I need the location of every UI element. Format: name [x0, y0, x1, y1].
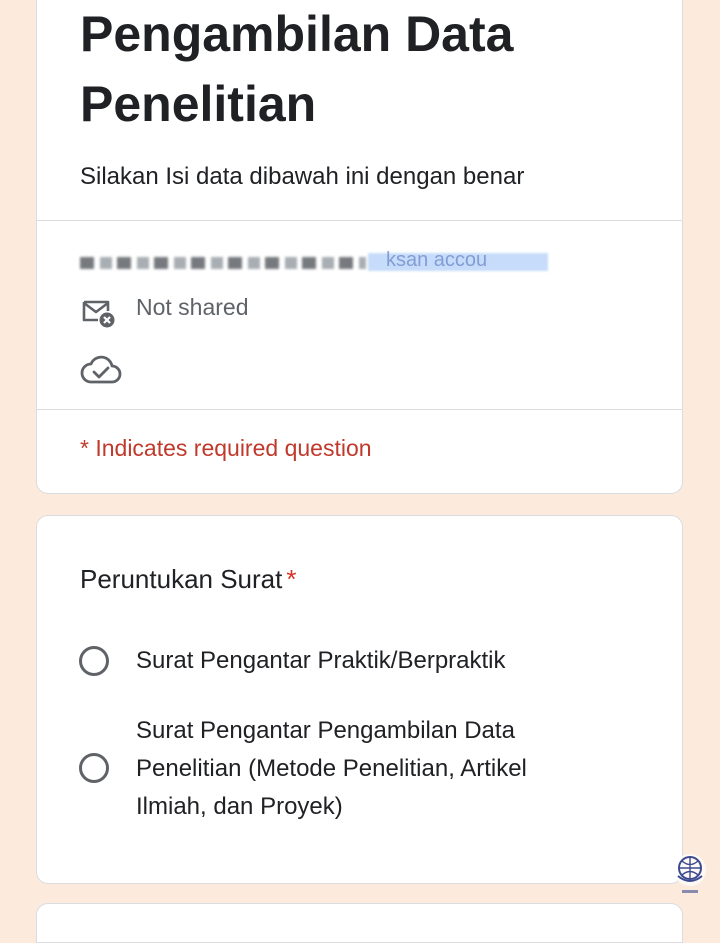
divider — [37, 220, 682, 221]
question-title-text: Peruntukan Surat — [80, 564, 283, 594]
university-logo-icon — [674, 854, 706, 893]
radio-option-praktik[interactable] — [79, 646, 109, 676]
divider — [37, 409, 682, 410]
radio-option-pengambilan-data[interactable] — [79, 753, 109, 783]
next-question-card — [36, 903, 683, 943]
account-email-redacted: ksan accou — [80, 247, 550, 275]
form-title: Pengambilan Data Penelitian — [80, 6, 514, 132]
question-title: Peruntukan Surat * — [80, 564, 296, 595]
required-asterisk: * — [286, 564, 297, 594]
sharing-status: Not shared — [136, 294, 249, 320]
required-question-note: * Indicates required question — [80, 435, 372, 461]
form-header-card: Pengambilan Data Penelitian Silakan Isi … — [36, 0, 683, 494]
cloud-check-icon — [80, 355, 122, 384]
form-description: Silakan Isi data dibawah ini dengan bena… — [80, 163, 525, 190]
redaction-blur — [80, 257, 366, 269]
mail-off-icon — [82, 300, 115, 328]
option-label-praktik[interactable]: Surat Pengantar Praktik/Berpraktik — [136, 642, 506, 680]
question-card: Peruntukan Surat * Surat Pengantar Prakti… — [36, 515, 683, 884]
option-label-pengambilan-data[interactable]: Surat Pengantar Pengambilan Data Penelit… — [136, 712, 586, 826]
account-email-text: ksan accou — [386, 249, 488, 271]
